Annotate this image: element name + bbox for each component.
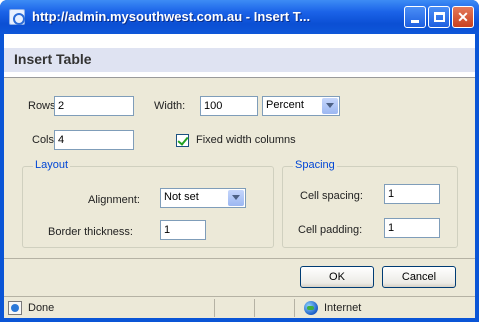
browser-window: http://admin.mysouthwest.com.au - Insert…	[0, 0, 479, 322]
width-input[interactable]	[200, 96, 258, 116]
alignment-select[interactable]: Not set	[160, 188, 246, 208]
internet-zone-icon	[304, 301, 318, 315]
width-label: Width:	[154, 100, 186, 112]
alignment-label: Alignment:	[88, 194, 140, 206]
width-unit-select[interactable]: Percent	[262, 96, 340, 116]
cols-input[interactable]	[54, 130, 134, 150]
close-icon: ✕	[457, 8, 469, 25]
ok-button[interactable]: OK	[300, 266, 374, 288]
minimize-button[interactable]	[404, 6, 426, 28]
cell-padding-label: Cell padding:	[298, 224, 363, 236]
width-unit-value: Percent	[266, 99, 304, 111]
cell-padding-input[interactable]	[384, 218, 440, 238]
button-divider	[4, 258, 475, 259]
rows-input[interactable]	[54, 96, 134, 116]
dialog-title: Insert Table	[4, 48, 475, 72]
status-separator	[254, 299, 255, 317]
status-bar: Done Internet	[4, 296, 475, 318]
zone-text: Internet	[324, 302, 362, 314]
page-done-icon	[8, 301, 22, 315]
ie-page-icon	[9, 9, 25, 25]
status-separator	[294, 299, 295, 317]
chevron-down-icon[interactable]	[322, 98, 338, 114]
alignment-value: Not set	[164, 191, 199, 203]
fixed-width-checkbox[interactable]	[176, 134, 189, 147]
minimize-icon	[411, 19, 419, 23]
window-title: http://admin.mysouthwest.com.au - Insert…	[32, 9, 311, 24]
close-button[interactable]: ✕	[452, 6, 474, 28]
maximize-button[interactable]	[428, 6, 450, 28]
layout-group-title: Layout	[33, 159, 71, 171]
dialog-header: Insert Table	[4, 34, 475, 78]
title-bar[interactable]: http://admin.mysouthwest.com.au - Insert…	[0, 0, 479, 34]
border-thickness-input[interactable]	[160, 220, 206, 240]
border-thickness-label: Border thickness:	[48, 226, 133, 238]
status-separator	[214, 299, 215, 317]
cell-spacing-label: Cell spacing:	[300, 190, 363, 202]
fixed-width-label: Fixed width columns	[196, 134, 296, 146]
chevron-down-icon[interactable]	[228, 190, 244, 206]
cell-spacing-input[interactable]	[384, 184, 440, 204]
spacing-group-title: Spacing	[293, 159, 337, 171]
status-text: Done	[28, 302, 55, 314]
maximize-icon	[433, 12, 445, 22]
cancel-button[interactable]: Cancel	[382, 266, 456, 288]
dialog-body: Insert Table Rows: Width: Percent Cols: …	[4, 34, 475, 318]
